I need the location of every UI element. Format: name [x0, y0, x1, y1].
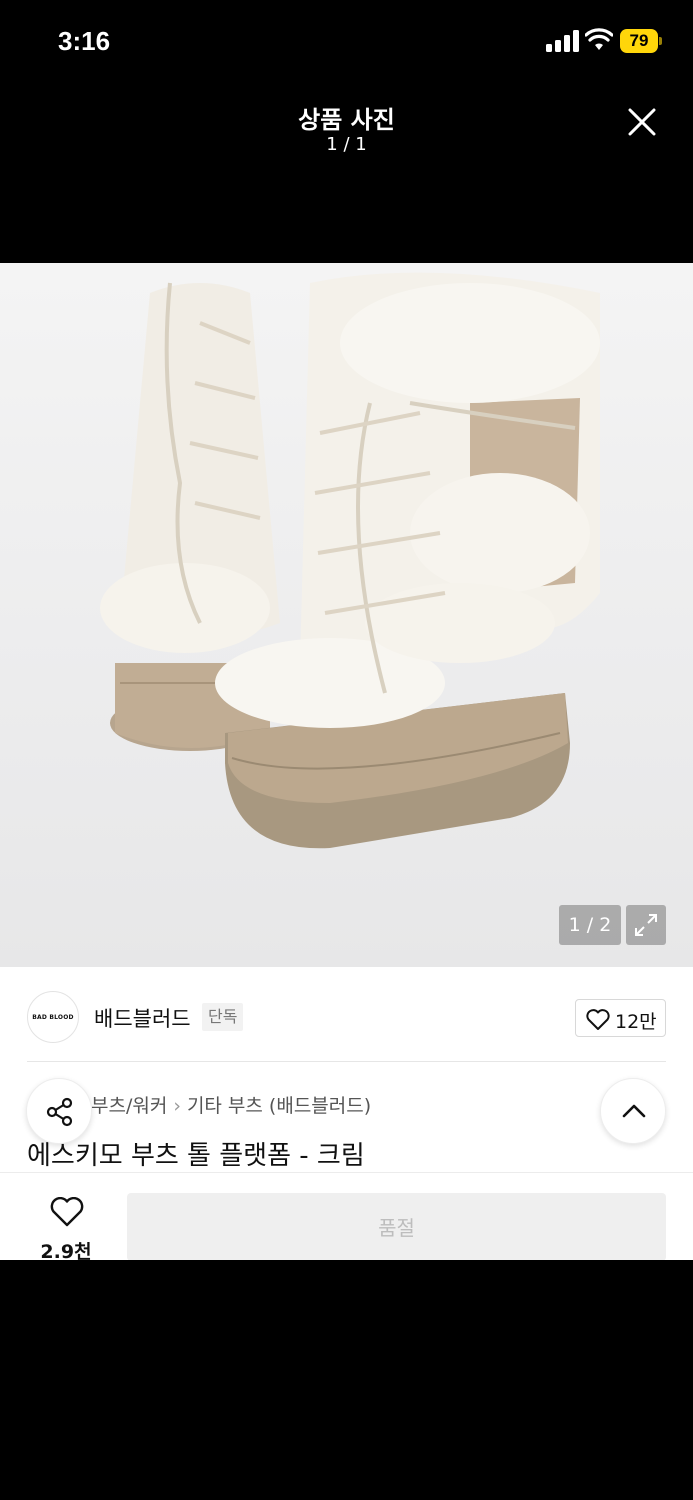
chevron-right-icon: › [173, 1095, 181, 1117]
viewer-count: 1 / 1 [326, 134, 367, 155]
product-photo[interactable]: 1 / 2 [0, 263, 693, 967]
exclusive-badge: 단독 [202, 1003, 244, 1031]
heart-icon [50, 1197, 84, 1227]
product-like-button[interactable]: 2.9천 [30, 1195, 102, 1260]
scroll-top-button[interactable] [600, 1078, 666, 1144]
battery-cap [659, 37, 662, 45]
viewer-title: 상품 사진 [298, 106, 395, 134]
product-sheet: 1 / 2 BAD BLOOD 배드블러드 단독 12만 부츠/워커 › 기타 부츠… [0, 263, 693, 1260]
close-icon[interactable] [622, 102, 662, 142]
expand-icon[interactable] [626, 905, 666, 945]
brand-like-button[interactable]: 12만 [575, 999, 666, 1037]
product-title: 에스키모 부츠 톨 플랫폼 - 크림 [27, 1141, 365, 1171]
chevron-up-icon [622, 1104, 646, 1118]
brand-row: BAD BLOOD 배드블러드 단독 12만 [0, 967, 693, 1063]
brand-name[interactable]: 배드블러드 [94, 1003, 191, 1033]
breadcrumb-item[interactable]: 부츠/워커 [91, 1095, 167, 1117]
breadcrumb-item[interactable]: 기타 부츠 (배드블러드) [187, 1095, 371, 1117]
product-like-count: 2.9천 [40, 1241, 92, 1260]
divider [27, 1061, 666, 1062]
boots-image [100, 272, 600, 849]
wifi-icon [585, 28, 613, 50]
battery-indicator: 79 [620, 29, 662, 53]
soldout-button[interactable]: 품절 [127, 1193, 666, 1260]
battery-level: 79 [620, 29, 658, 53]
status-bar: 3:16 79 [0, 0, 693, 82]
photo-viewer-header: 상품 사진 1 / 1 [0, 82, 693, 262]
photo-counter: 1 / 2 [559, 905, 621, 945]
heart-icon [586, 1009, 610, 1030]
brand-like-count: 12만 [615, 1011, 657, 1033]
brand-logo[interactable]: BAD BLOOD [27, 991, 79, 1043]
bottom-action-bar: 2.9천 품절 [0, 1172, 693, 1260]
signal-icon [546, 30, 579, 52]
share-icon [46, 1097, 73, 1127]
status-time: 3:16 [58, 26, 111, 56]
share-button[interactable] [26, 1078, 92, 1144]
